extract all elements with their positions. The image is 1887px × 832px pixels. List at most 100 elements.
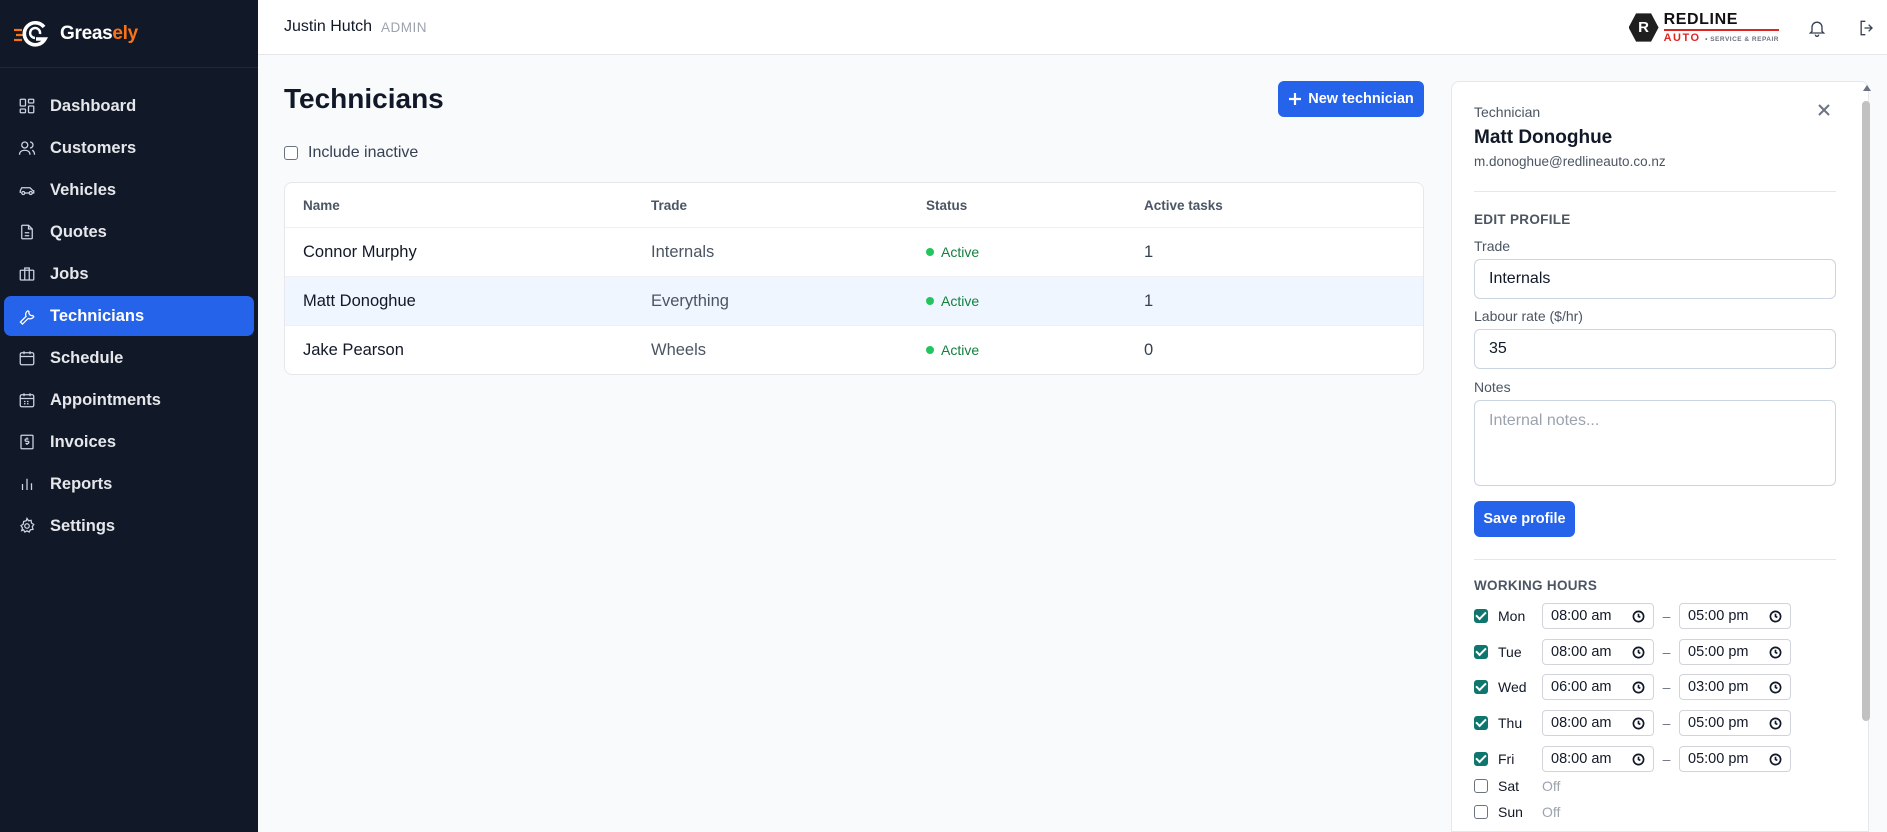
status-badge: Active	[926, 244, 979, 260]
labour-rate-input[interactable]: 35	[1474, 329, 1836, 369]
clock-icon	[1632, 646, 1645, 658]
technicians-table: Name Trade Status Active tasks Connor Mu…	[284, 182, 1424, 375]
day-label: Mon	[1498, 608, 1526, 624]
labour-rate-label: Labour rate ($/hr)	[1474, 308, 1583, 324]
table-row[interactable]: Jake Pearson Wheels Active 0	[285, 325, 1423, 374]
column-header-name[interactable]: Name	[285, 198, 651, 213]
invoice-dollar-icon	[20, 434, 34, 450]
day-off-label: Off	[1542, 778, 1561, 794]
day-label: Thu	[1498, 715, 1523, 731]
column-header-status[interactable]: Status	[926, 198, 1144, 213]
sidebar-item-label: Settings	[50, 516, 116, 535]
sidebar-item-schedule[interactable]: Schedule	[4, 338, 254, 378]
company-logo-badge: R	[1628, 13, 1659, 42]
sidebar-item-label: Schedule	[50, 348, 124, 367]
end-time-input[interactable]: 05:00 pm	[1679, 603, 1791, 629]
technician-trade: Internals	[651, 242, 715, 261]
table-row[interactable]: Connor Murphy Internals Active 1	[285, 227, 1423, 276]
day-label: Sat	[1498, 778, 1520, 794]
day-enabled-checkbox[interactable]	[1474, 752, 1488, 766]
sidebar-item-invoices[interactable]: Invoices	[4, 422, 254, 462]
table-row[interactable]: Matt Donoghue Everything Active 1	[285, 276, 1423, 325]
day-label: Wed	[1498, 679, 1527, 695]
user-name: Justin Hutch	[284, 18, 373, 35]
sidebar-item-jobs[interactable]: Jobs	[4, 254, 254, 294]
day-enabled-checkbox[interactable]	[1474, 680, 1488, 694]
trade-input[interactable]: Internals	[1474, 259, 1836, 299]
car-icon	[19, 187, 35, 196]
day-enabled-checkbox[interactable]	[1474, 609, 1488, 623]
clock-icon	[1769, 610, 1782, 622]
brand[interactable]: Greasely	[0, 0, 258, 68]
header-actions: R REDLINE AUTO • SERVICE & REPAIR	[1628, 0, 1887, 55]
page-title: Technicians	[284, 83, 444, 114]
column-header-active-tasks[interactable]: Active tasks	[1144, 198, 1423, 213]
sidebar-item-settings[interactable]: Settings	[4, 506, 254, 546]
scrollbar-thumb[interactable]	[1862, 101, 1870, 721]
sidebar-item-label: Jobs	[50, 264, 89, 283]
save-profile-button[interactable]: Save profile	[1474, 501, 1575, 537]
sidebar-item-customers[interactable]: Customers	[4, 128, 254, 168]
active-tasks-count: 1	[1144, 291, 1154, 310]
end-time-input[interactable]: 05:00 pm	[1679, 639, 1791, 665]
users-icon	[18, 141, 36, 155]
divider	[1474, 191, 1836, 192]
brand-name: Greasely	[60, 22, 138, 44]
day-off-label: Off	[1542, 804, 1561, 820]
briefcase-icon	[19, 267, 35, 281]
panel-scrollbar[interactable]	[1861, 81, 1871, 832]
active-tasks-count: 1	[1144, 242, 1154, 261]
clock-icon	[1769, 753, 1782, 765]
start-time-input[interactable]: 08:00 am	[1542, 603, 1654, 629]
day-label: Sun	[1498, 804, 1523, 820]
top-header: Justin Hutch ADMIN R REDLINE AUTO • SERV…	[258, 0, 1887, 55]
sidebar-item-quotes[interactable]: Quotes	[4, 212, 254, 252]
day-enabled-checkbox[interactable]	[1474, 779, 1488, 793]
end-time-input[interactable]: 03:00 pm	[1679, 674, 1791, 700]
scroll-up-arrow-icon[interactable]	[1863, 85, 1871, 91]
start-time-input[interactable]: 06:00 am	[1542, 674, 1654, 700]
notes-textarea[interactable]: Internal notes...	[1474, 400, 1836, 486]
start-time-input[interactable]: 08:00 am	[1542, 746, 1654, 772]
edit-profile-heading: EDIT PROFILE	[1474, 212, 1571, 227]
end-time-input[interactable]: 05:00 pm	[1679, 746, 1791, 772]
sidebar-item-label: Reports	[50, 474, 113, 493]
sidebar-item-dashboard[interactable]: Dashboard	[4, 86, 254, 126]
clock-icon	[1769, 681, 1782, 693]
sidebar-nav: Dashboard Customers Vehicles Quotes Jobs…	[0, 68, 258, 546]
start-time-input[interactable]: 08:00 am	[1542, 710, 1654, 736]
sidebar-item-technicians[interactable]: Technicians	[4, 296, 254, 336]
technician-name: Connor Murphy	[303, 242, 417, 261]
greasely-logo-icon	[14, 19, 52, 49]
sidebar-item-vehicles[interactable]: Vehicles	[4, 170, 254, 210]
technician-trade: Wheels	[651, 340, 707, 359]
working-hours-row-wed: Wed 06:00 am – 03:00 pm	[1474, 674, 1791, 700]
sidebar-item-reports[interactable]: Reports	[4, 464, 254, 504]
working-hours-heading: WORKING HOURS	[1474, 578, 1598, 593]
day-enabled-checkbox[interactable]	[1474, 805, 1488, 819]
day-enabled-checkbox[interactable]	[1474, 716, 1488, 730]
new-technician-button[interactable]: New technician	[1278, 81, 1424, 117]
plus-icon	[1289, 93, 1302, 105]
logout-icon[interactable]	[1857, 18, 1877, 38]
clock-icon	[1632, 717, 1645, 729]
include-inactive-checkbox[interactable]	[284, 146, 298, 160]
main-content: Technicians New technician Include inact…	[258, 55, 1445, 832]
time-range-dash: –	[1662, 608, 1671, 624]
end-time-input[interactable]: 05:00 pm	[1679, 710, 1791, 736]
calendar-check-icon	[19, 393, 35, 408]
sidebar-item-appointments[interactable]: Appointments	[4, 380, 254, 420]
close-icon	[1818, 104, 1830, 116]
include-inactive-label: Include inactive	[308, 144, 419, 161]
clock-icon	[1632, 610, 1645, 622]
bell-icon[interactable]	[1807, 18, 1827, 38]
close-panel-button[interactable]	[1817, 103, 1837, 123]
technician-name: Matt Donoghue	[303, 291, 416, 310]
day-label: Fri	[1498, 751, 1515, 767]
include-inactive-toggle[interactable]: Include inactive	[284, 144, 418, 162]
column-header-trade[interactable]: Trade	[651, 198, 926, 213]
day-enabled-checkbox[interactable]	[1474, 645, 1488, 659]
start-time-input[interactable]: 08:00 am	[1542, 639, 1654, 665]
status-dot-icon	[926, 346, 934, 354]
time-range-dash: –	[1662, 751, 1671, 767]
